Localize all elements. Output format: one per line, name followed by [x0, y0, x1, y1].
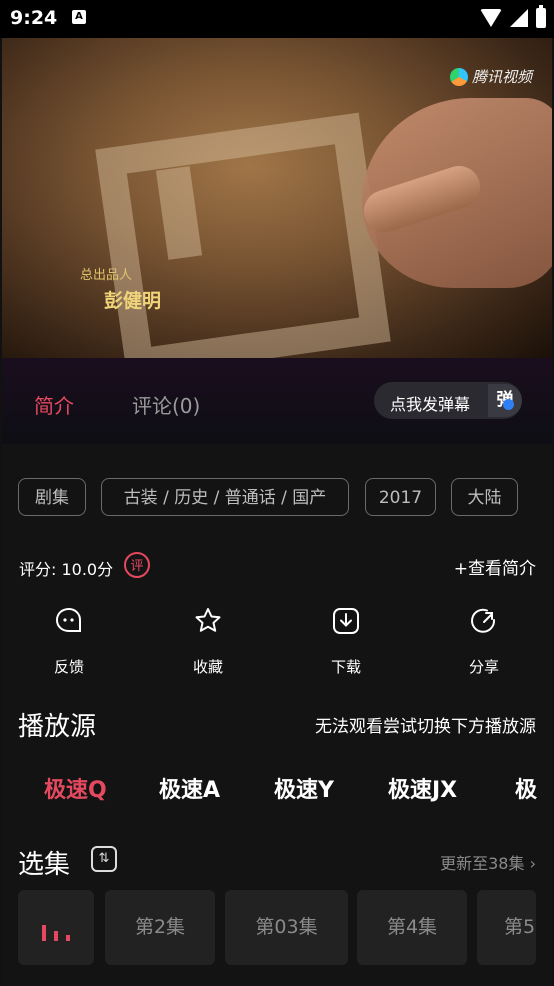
tab-comments[interactable]: 评论(0)	[132, 390, 200, 419]
credit-role: 总出品人	[80, 268, 133, 283]
video-player[interactable]: 腾讯视频 总出品人 彭健明	[2, 38, 552, 358]
episode-item[interactable]: 第03集	[225, 890, 348, 965]
download-button[interactable]: 下载	[311, 606, 381, 677]
seed-character-graphic	[95, 112, 391, 358]
download-icon	[333, 608, 359, 634]
rating-text: 评分: 10.0分	[19, 560, 114, 579]
episode-item[interactable]: 第2集	[105, 890, 215, 965]
playing-bar-icon	[54, 931, 58, 941]
battery-icon	[536, 5, 546, 28]
danmaku-label: 点我发弹幕	[390, 395, 471, 414]
source-tab[interactable]: 极速A	[159, 772, 220, 804]
tencent-video-watermark: 腾讯视频	[449, 66, 532, 87]
feedback-button[interactable]: 反馈	[34, 606, 104, 677]
detail-content: 剧集 古装 / 历史 / 普通话 / 国产 2017 大陆 评分: 10.0分 …	[2, 444, 552, 986]
status-time: 9:24	[10, 7, 58, 29]
tag-chip[interactable]: 古装 / 历史 / 普通话 / 国产	[101, 478, 349, 516]
wifi-icon	[480, 9, 502, 27]
source-tab[interactable]: 极速Y	[274, 772, 334, 804]
episodes-section-title: 选集	[18, 850, 71, 880]
episode-item[interactable]: 第4集	[357, 890, 467, 965]
source-tab[interactable]: 极速Q	[44, 772, 107, 804]
tag-chip[interactable]: 大陆	[451, 478, 518, 516]
source-tab[interactable]: 极速JX	[388, 772, 457, 804]
tab-bar: 简介 评论(0) 点我发弹幕 弹	[2, 358, 552, 444]
check-badge-icon	[503, 399, 514, 410]
feedback-label: 反馈	[53, 658, 84, 676]
share-label: 分享	[468, 658, 499, 676]
feedback-icon	[55, 607, 81, 632]
credit-name: 彭健明	[104, 290, 162, 312]
share-icon	[471, 608, 496, 633]
send-danmaku-button[interactable]: 点我发弹幕 弹	[374, 382, 522, 419]
tag-chip[interactable]: 剧集	[18, 478, 86, 516]
view-intro-link[interactable]: +查看简介	[454, 554, 536, 579]
tag-chip[interactable]: 2017	[365, 478, 436, 516]
sort-icon[interactable]: ⇅	[91, 846, 117, 872]
tab-intro[interactable]: 简介	[34, 390, 74, 419]
favorite-label: 收藏	[192, 658, 223, 676]
chevron-right-icon: ›	[529, 854, 536, 873]
tencent-video-logo-icon	[449, 67, 468, 86]
download-label: 下载	[330, 658, 361, 676]
episode-item[interactable]: 第5	[477, 890, 536, 965]
watermark-text: 腾讯视频	[471, 68, 532, 86]
episode-item-playing[interactable]	[18, 890, 94, 965]
notification-icon: A	[72, 10, 86, 24]
episodes-update-link[interactable]: 更新至38集 ›	[440, 850, 536, 874]
system-icons	[480, 5, 546, 28]
share-button[interactable]: 分享	[449, 606, 519, 677]
source-hint: 无法观看尝试切换下方播放源	[315, 717, 536, 737]
source-section-title: 播放源	[18, 712, 97, 742]
source-tab[interactable]: 极	[515, 772, 537, 804]
favorite-button[interactable]: 收藏	[173, 606, 243, 677]
episodes-update-text: 更新至38集	[440, 854, 525, 873]
playing-bar-icon	[42, 925, 46, 941]
playing-bar-icon	[66, 935, 70, 941]
star-icon	[195, 608, 221, 632]
rating-badge-icon: 评	[124, 552, 150, 578]
signal-icon	[510, 9, 528, 27]
status-bar: 9:24 A	[0, 0, 554, 38]
